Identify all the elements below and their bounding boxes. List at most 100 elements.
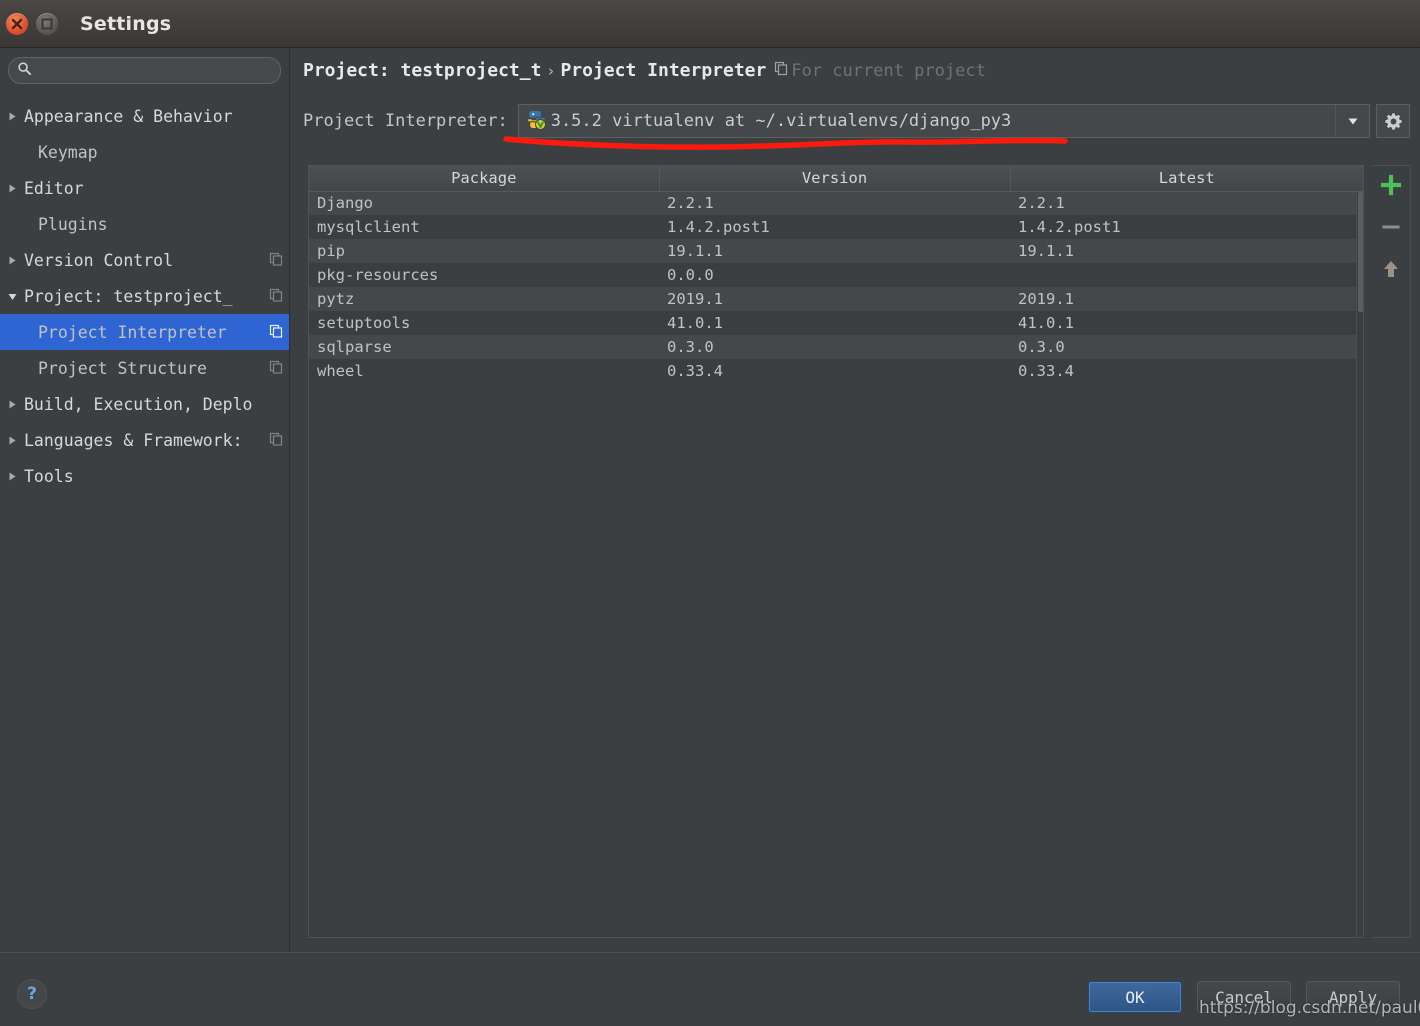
cell-package: wheel bbox=[309, 359, 659, 383]
sidebar-item-label: Plugins bbox=[38, 214, 108, 234]
search-box[interactable] bbox=[8, 57, 281, 84]
cell-version: 1.4.2.post1 bbox=[659, 215, 1010, 239]
sidebar-item-project[interactable]: Project: testproject_ bbox=[0, 278, 289, 314]
cell-package: Django bbox=[309, 191, 659, 215]
sidebar-item-label: Languages & Framework: bbox=[24, 430, 243, 450]
cell-version: 19.1.1 bbox=[659, 239, 1010, 263]
interpreter-value: 3.5.2 virtualenv at ~/.virtualenvs/djang… bbox=[550, 111, 1012, 131]
sidebar-item-editor[interactable]: Editor bbox=[0, 170, 289, 206]
cell-latest: 19.1.1 bbox=[1010, 239, 1363, 263]
cell-latest: 41.0.1 bbox=[1010, 311, 1363, 335]
sidebar-item-label: Project Interpreter bbox=[38, 322, 227, 342]
cell-package: setuptools bbox=[309, 311, 659, 335]
breadcrumb-separator: › bbox=[546, 61, 556, 80]
table-row[interactable]: setuptools 41.0.1 41.0.1 bbox=[309, 311, 1363, 335]
maximize-icon[interactable] bbox=[36, 12, 58, 35]
chevron-right-icon[interactable] bbox=[0, 255, 24, 266]
table-row[interactable]: Django 2.2.1 2.2.1 bbox=[309, 191, 1363, 215]
apply-button[interactable]: Apply bbox=[1306, 981, 1400, 1013]
cell-package: pytz bbox=[309, 287, 659, 311]
sidebar-item-label: Appearance & Behavior bbox=[24, 106, 233, 126]
plus-icon bbox=[1380, 174, 1402, 200]
sidebar-item-label: Editor bbox=[24, 178, 84, 198]
cell-latest: 2019.1 bbox=[1010, 287, 1363, 311]
chevron-down-icon[interactable] bbox=[0, 291, 24, 302]
packages-scrollbar[interactable] bbox=[1356, 192, 1363, 937]
settings-sidebar: Appearance & Behavior Keymap Editor Plug… bbox=[0, 48, 290, 952]
column-header-version[interactable]: Version bbox=[659, 166, 1011, 192]
packages-table-body: Django 2.2.1 2.2.1 mysqlclient 1.4.2.pos… bbox=[309, 191, 1363, 383]
copy-icon[interactable] bbox=[269, 431, 283, 450]
sidebar-item-project-interpreter[interactable]: Project Interpreter bbox=[0, 314, 289, 350]
cell-version: 0.3.0 bbox=[659, 335, 1010, 359]
add-package-button[interactable] bbox=[1375, 172, 1407, 202]
table-row[interactable]: sqlparse 0.3.0 0.3.0 bbox=[309, 335, 1363, 359]
sidebar-item-label: Project: testproject_ bbox=[24, 286, 233, 306]
search-icon bbox=[17, 61, 32, 80]
sidebar-item-label: Version Control bbox=[24, 250, 174, 270]
interpreter-combobox[interactable]: 3.5.2 virtualenv at ~/.virtualenvs/djang… bbox=[517, 104, 1370, 138]
dialog-footer: ? OK Cancel Apply bbox=[0, 952, 1420, 1026]
copy-icon[interactable] bbox=[269, 251, 283, 270]
help-button[interactable]: ? bbox=[17, 979, 47, 1009]
sidebar-item-label: Keymap bbox=[38, 142, 98, 162]
sidebar-item-project-structure[interactable]: Project Structure bbox=[0, 350, 289, 386]
sidebar-item-appearance-behavior[interactable]: Appearance & Behavior bbox=[0, 98, 289, 134]
sidebar-item-tools[interactable]: Tools bbox=[0, 458, 289, 494]
chevron-right-icon[interactable] bbox=[0, 183, 24, 194]
table-row[interactable]: pip 19.1.1 19.1.1 bbox=[309, 239, 1363, 263]
breadcrumb-hint: For current project bbox=[791, 60, 986, 81]
sidebar-item-languages-frameworks[interactable]: Languages & Framework: bbox=[0, 422, 289, 458]
minus-icon bbox=[1380, 216, 1402, 242]
breadcrumb-project[interactable]: Project: testproject_t bbox=[303, 60, 541, 81]
cell-version: 41.0.1 bbox=[659, 311, 1010, 335]
copy-icon[interactable] bbox=[269, 323, 283, 342]
sidebar-item-build-execution-deployment[interactable]: Build, Execution, Deplo bbox=[0, 386, 289, 422]
cell-package: pip bbox=[309, 239, 659, 263]
window-titlebar: Settings bbox=[0, 0, 1420, 48]
gear-icon[interactable] bbox=[1376, 104, 1410, 138]
column-header-package[interactable]: Package bbox=[309, 166, 660, 192]
cell-version: 0.33.4 bbox=[659, 359, 1010, 383]
chevron-down-icon[interactable] bbox=[1335, 105, 1369, 137]
sidebar-item-version-control[interactable]: Version Control bbox=[0, 242, 289, 278]
python-virtualenv-icon bbox=[525, 109, 546, 134]
search-container bbox=[0, 48, 289, 84]
cell-latest: 2.2.1 bbox=[1010, 191, 1363, 215]
search-input[interactable] bbox=[32, 58, 280, 83]
cell-version: 2019.1 bbox=[659, 287, 1010, 311]
table-header-row: Package Version Latest bbox=[309, 166, 1363, 192]
dialog-buttons: OK Cancel Apply bbox=[1088, 981, 1400, 1013]
copy-icon[interactable] bbox=[269, 287, 283, 306]
upgrade-package-button[interactable] bbox=[1375, 256, 1407, 286]
sidebar-item-plugins[interactable]: Plugins bbox=[0, 206, 289, 242]
copy-icon[interactable] bbox=[774, 61, 788, 80]
interpreter-row: Project Interpreter: 3.5.2 virtualenv at… bbox=[303, 104, 1410, 138]
table-row[interactable]: mysqlclient 1.4.2.post1 1.4.2.post1 bbox=[309, 215, 1363, 239]
close-icon[interactable] bbox=[6, 12, 28, 35]
copy-icon[interactable] bbox=[269, 359, 283, 378]
window-title: Settings bbox=[80, 12, 172, 35]
cell-latest: 1.4.2.post1 bbox=[1010, 215, 1363, 239]
column-header-latest[interactable]: Latest bbox=[1010, 166, 1363, 192]
packages-toolbar bbox=[1371, 165, 1411, 938]
sidebar-item-keymap[interactable]: Keymap bbox=[0, 134, 289, 170]
sidebar-item-label: Build, Execution, Deplo bbox=[24, 394, 253, 414]
packages-table: Package Version Latest Django 2.2.1 2.2.… bbox=[309, 166, 1363, 383]
scrollbar-thumb[interactable] bbox=[1358, 192, 1363, 312]
ok-button[interactable]: OK bbox=[1088, 981, 1182, 1013]
settings-tree: Appearance & Behavior Keymap Editor Plug… bbox=[0, 98, 289, 494]
settings-content: Project: testproject_t › Project Interpr… bbox=[291, 48, 1420, 952]
table-row[interactable]: wheel 0.33.4 0.33.4 bbox=[309, 359, 1363, 383]
chevron-right-icon[interactable] bbox=[0, 471, 24, 482]
table-row[interactable]: pytz 2019.1 2019.1 bbox=[309, 287, 1363, 311]
chevron-right-icon[interactable] bbox=[0, 435, 24, 446]
cancel-button[interactable]: Cancel bbox=[1197, 981, 1291, 1013]
breadcrumb: Project: testproject_t › Project Interpr… bbox=[303, 60, 986, 81]
sidebar-item-label: Project Structure bbox=[38, 358, 207, 378]
table-row[interactable]: pkg-resources 0.0.0 bbox=[309, 263, 1363, 287]
chevron-right-icon[interactable] bbox=[0, 111, 24, 122]
remove-package-button[interactable] bbox=[1375, 214, 1407, 244]
interpreter-label: Project Interpreter: bbox=[303, 111, 508, 131]
chevron-right-icon[interactable] bbox=[0, 399, 24, 410]
